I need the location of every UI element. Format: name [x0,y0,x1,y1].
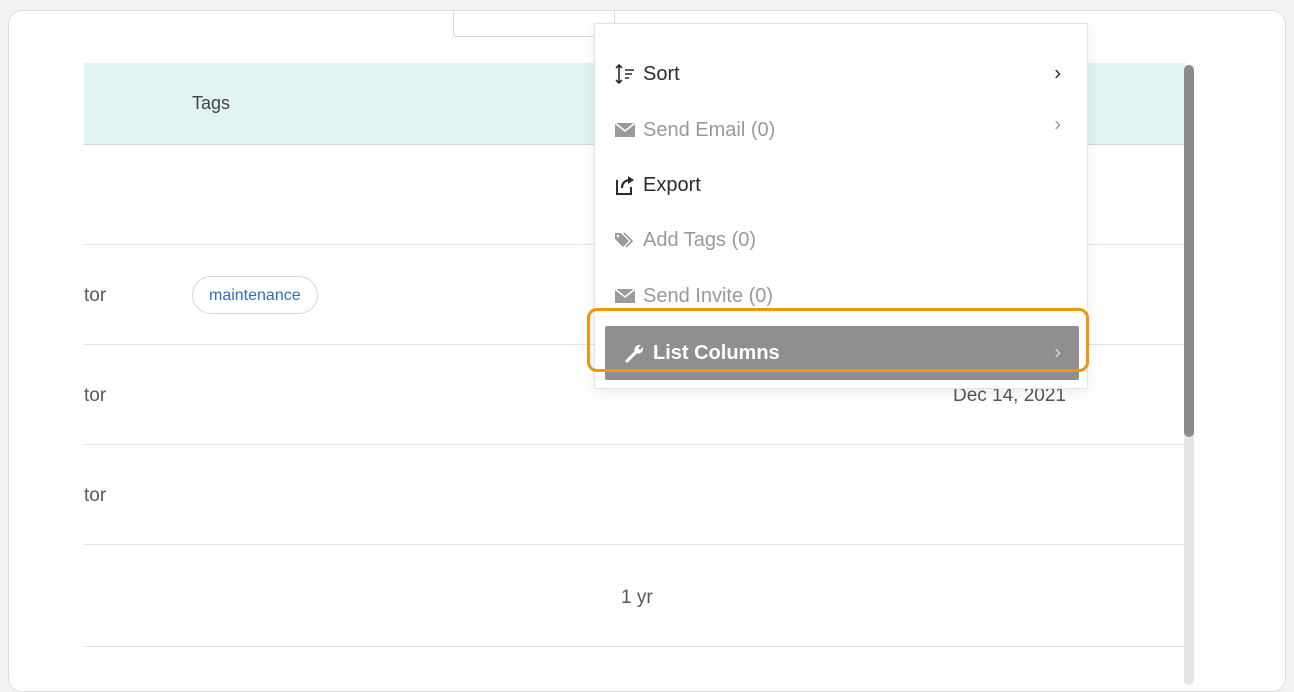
app-frame: Tags tor maintenance tor Dec 14, 2021 to… [8,10,1286,692]
tag-chip-maintenance[interactable]: maintenance [192,276,318,314]
envelope-icon [613,119,637,141]
menu-item-export[interactable]: Export [595,161,1087,209]
menu-item-sort[interactable]: Sort › [595,50,1087,98]
menu-item-label: List Columns [653,341,780,364]
vertical-scrollbar[interactable] [1184,65,1194,685]
role-cell: tor [84,385,107,406]
menu-item-label: Send Email (0) [643,118,776,141]
column-header-tags[interactable]: Tags [192,93,230,114]
menu-item-label: Export [643,173,701,196]
menu-item-label: Send Invite (0) [643,284,774,307]
sort-icon [613,63,637,85]
age-cell: 1 yr [621,587,653,608]
table-row[interactable]: tor [84,445,1186,545]
role-cell: tor [84,485,107,506]
role-cell: tor [84,285,107,306]
menu-item-list-columns[interactable]: List Columns › [605,326,1079,380]
export-icon [613,174,637,196]
menu-item-add-tags[interactable]: Add Tags (0) [595,216,1087,264]
tags-icon [613,229,637,251]
menu-item-label: Add Tags (0) [643,228,757,251]
wrench-icon [623,342,647,364]
scrollbar-thumb[interactable] [1184,65,1194,437]
table-row[interactable]: 1 yr [84,545,1186,647]
chevron-right-icon: › [1054,341,1061,364]
envelope-icon [613,285,637,307]
menu-item-send-invite[interactable]: Send Invite (0) [595,272,1087,320]
menu-item-send-email[interactable]: Send Email (0) › [595,106,1087,154]
chevron-right-icon: › [1054,113,1061,136]
toolbar-input[interactable] [453,11,615,37]
chevron-right-icon: › [1054,62,1061,85]
menu-item-label: Sort [643,62,680,85]
actions-dropdown-menu: Sort › Send Email (0) › Export Add Tags … [594,23,1088,389]
